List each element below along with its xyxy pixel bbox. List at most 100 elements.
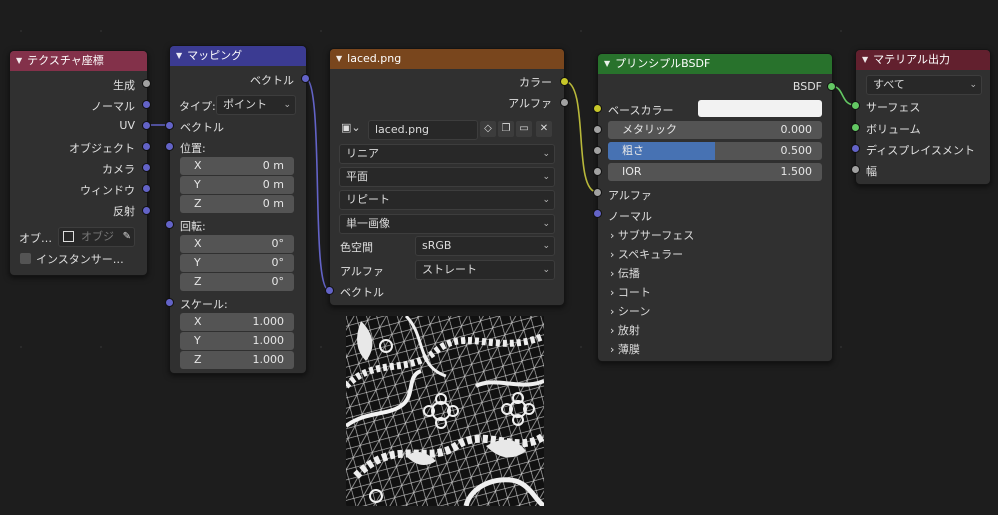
socket-bsdf-out[interactable]: [827, 82, 836, 91]
socket-reflection[interactable]: [142, 206, 151, 215]
roughness-field[interactable]: 粗さ 0.500: [608, 142, 822, 160]
panel-sheen[interactable]: › シーン: [610, 303, 650, 319]
node-title: テクスチャ座標: [27, 54, 104, 67]
socket-location-in[interactable]: [165, 142, 174, 151]
output-normal: ノーマル: [91, 100, 135, 113]
chevron-down-icon: ⌄: [542, 172, 550, 182]
mapping-node[interactable]: ▼ マッピング ベクトル タイプ: ポイント ⌄ ベクトル 位置: X0 m Y0…: [169, 45, 307, 374]
eyedropper-icon[interactable]: ✎: [123, 228, 131, 246]
node-header[interactable]: ▼ laced.png: [330, 49, 564, 69]
panel-emission[interactable]: › 放射: [610, 322, 640, 338]
chevron-right-icon: ›: [610, 267, 615, 280]
socket-camera[interactable]: [142, 163, 151, 172]
collapse-chevron-icon[interactable]: ▼: [176, 46, 182, 66]
panel-subsurface[interactable]: › サブサーフェス: [610, 227, 694, 243]
collapse-chevron-icon[interactable]: ▼: [336, 49, 342, 69]
close-icon[interactable]: ✕: [536, 121, 552, 137]
node-header[interactable]: ▼ マッピング: [170, 46, 306, 66]
texture-coordinate-node[interactable]: ▼ テクスチャ座標 生成 ノーマル UV オブジェクト カメラ ウィンドウ 反射…: [9, 50, 148, 276]
link-color-to-basecolor: [563, 80, 598, 193]
normal-label: ノーマル: [608, 210, 652, 223]
socket-alpha-in[interactable]: [593, 188, 602, 197]
link-mapping-to-image: [304, 77, 330, 291]
collapse-chevron-icon[interactable]: ▼: [862, 50, 868, 70]
location-x[interactable]: X0 m: [180, 157, 294, 175]
collapse-chevron-icon[interactable]: ▼: [16, 51, 22, 71]
scale-x[interactable]: X 1.000: [180, 313, 294, 331]
socket-image-alpha-out[interactable]: [560, 98, 569, 107]
image-name-field[interactable]: laced.png: [368, 120, 478, 140]
socket-mapping-out[interactable]: [301, 74, 310, 83]
source-dropdown[interactable]: 単一画像 ⌄: [339, 214, 555, 234]
rotation-z[interactable]: Z 0°: [180, 273, 294, 291]
scale-y[interactable]: Y 1.000: [180, 332, 294, 350]
socket-volume-in[interactable]: [851, 123, 860, 132]
chevron-down-icon: ⌄: [542, 265, 550, 275]
socket-base-color-in[interactable]: [593, 104, 602, 113]
open-folder-icon[interactable]: ▭: [516, 121, 532, 137]
node-header[interactable]: ▼ プリンシプルBSDF: [598, 54, 832, 74]
instancer-checkbox[interactable]: [20, 253, 31, 264]
location-y[interactable]: Y0 m: [180, 176, 294, 194]
projection-dropdown[interactable]: 平面 ⌄: [339, 167, 555, 187]
location-z[interactable]: Z0 m: [180, 195, 294, 213]
node-header[interactable]: ▼ マテリアル出力: [856, 50, 990, 70]
type-dropdown[interactable]: ポイント ⌄: [216, 95, 296, 115]
colorspace-label: 色空間: [340, 241, 373, 254]
socket-scale-in[interactable]: [165, 298, 174, 307]
chevron-down-icon: ⌄: [542, 149, 550, 159]
node-title: マテリアル出力: [873, 53, 951, 66]
alpha-mode-label: アルファ: [340, 265, 384, 278]
socket-rotation-in[interactable]: [165, 220, 174, 229]
socket-normal-in[interactable]: [593, 209, 602, 218]
socket-generated[interactable]: [142, 79, 151, 88]
image-texture-node[interactable]: ▼ laced.png カラー アルファ ▣⌄ laced.png ◇ ❐ ▭ …: [329, 48, 565, 306]
socket-metallic-in[interactable]: [593, 125, 602, 134]
socket-window[interactable]: [142, 184, 151, 193]
socket-displacement-in[interactable]: [851, 144, 860, 153]
colorspace-dropdown[interactable]: sRGB ⌄: [415, 236, 555, 256]
rotation-x[interactable]: X 0°: [180, 235, 294, 253]
duplicate-icon[interactable]: ❐: [498, 121, 514, 137]
scale-z[interactable]: Z 1.000: [180, 351, 294, 369]
alpha-mode-dropdown[interactable]: ストレート ⌄: [415, 260, 555, 280]
socket-mapping-vector-in[interactable]: [165, 121, 174, 130]
extension-dropdown[interactable]: リピート ⌄: [339, 190, 555, 210]
panel-specular[interactable]: › スペキュラー: [610, 246, 683, 262]
ior-field[interactable]: IOR 1.500: [608, 163, 822, 181]
node-header[interactable]: ▼ テクスチャ座標: [10, 51, 147, 71]
rotation-y[interactable]: Y 0°: [180, 254, 294, 272]
target-dropdown[interactable]: すべて ⌄: [866, 75, 982, 95]
material-output-node[interactable]: ▼ マテリアル出力 すべて ⌄ サーフェス ボリューム ディスプレイスメント 幅: [855, 49, 991, 185]
output-bsdf: BSDF: [792, 80, 822, 93]
socket-surface-in[interactable]: [851, 101, 860, 110]
input-volume: ボリューム: [866, 123, 921, 136]
socket-roughness-in[interactable]: [593, 146, 602, 155]
socket-uv[interactable]: [142, 121, 151, 130]
scale-label: スケール:: [180, 298, 228, 311]
socket-normal[interactable]: [142, 100, 151, 109]
alpha-label: アルファ: [608, 189, 652, 202]
panel-transmission[interactable]: › 伝播: [610, 265, 640, 281]
socket-image-color-out[interactable]: [560, 77, 569, 86]
node-title: プリンシプルBSDF: [615, 57, 711, 70]
principled-bsdf-node[interactable]: ▼ プリンシプルBSDF BSDF ベースカラー メタリック 0.000 粗さ 0.…: [597, 53, 833, 362]
image-browse-icon[interactable]: ▣⌄: [341, 121, 361, 135]
socket-width-in[interactable]: [851, 165, 860, 174]
base-color-swatch[interactable]: [698, 100, 822, 117]
socket-ior-in[interactable]: [593, 167, 602, 176]
interpolation-dropdown[interactable]: リニア ⌄: [339, 144, 555, 164]
panel-coat[interactable]: › コート: [610, 284, 651, 300]
socket-object[interactable]: [142, 142, 151, 151]
location-label: 位置:: [180, 142, 206, 155]
panel-thin-film[interactable]: › 薄膜: [610, 341, 640, 357]
texture-preview-image: [346, 316, 544, 506]
metallic-field[interactable]: メタリック 0.000: [608, 121, 822, 139]
chevron-down-icon: ⌄: [542, 195, 550, 205]
fake-user-shield-icon[interactable]: ◇: [480, 121, 496, 137]
node-title: マッピング: [187, 49, 243, 62]
collapse-chevron-icon[interactable]: ▼: [604, 54, 610, 74]
object-picker[interactable]: オブジ ✎: [58, 227, 135, 247]
type-label: タイプ:: [179, 100, 216, 113]
socket-image-vector-in[interactable]: [325, 286, 334, 295]
